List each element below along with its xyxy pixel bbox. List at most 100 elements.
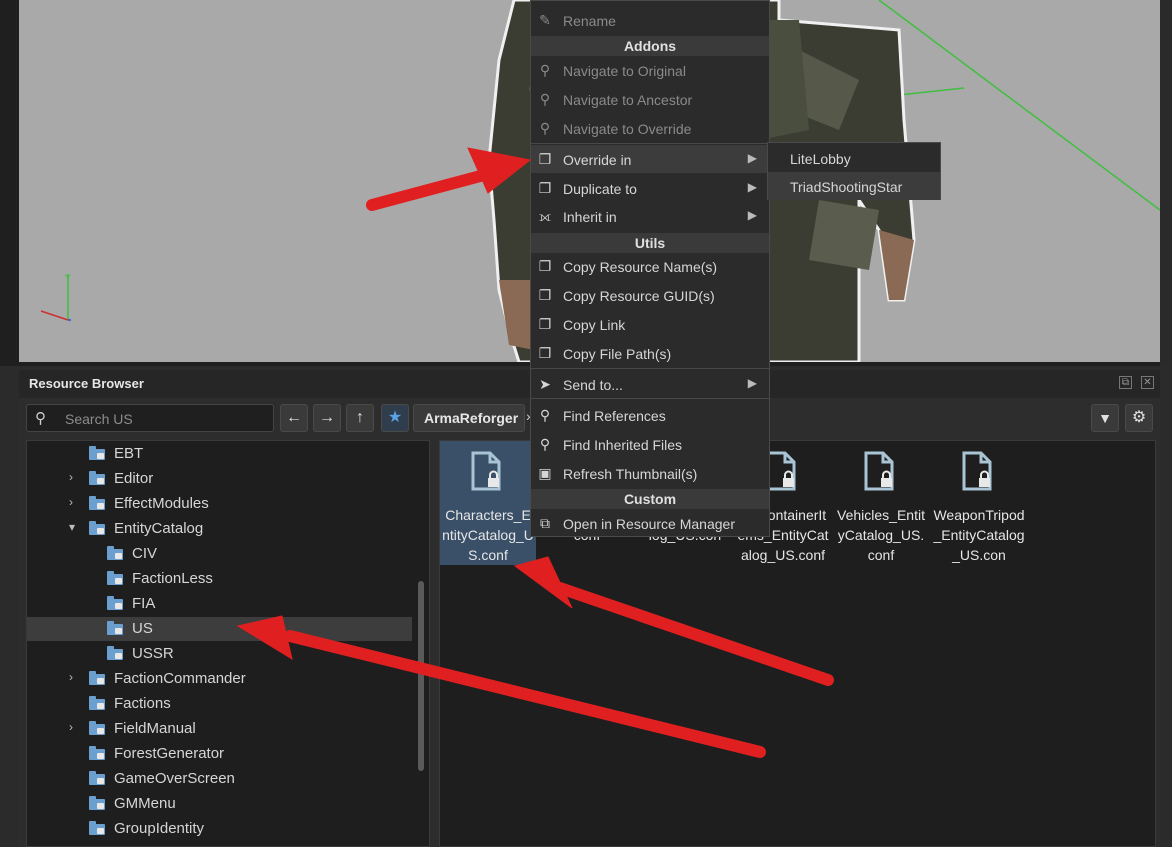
chevron-right-icon[interactable]: ›	[69, 470, 73, 484]
menu-item-label: Send to...	[563, 377, 623, 393]
chevron-right-icon[interactable]: ›	[69, 495, 73, 509]
copy-icon: ❐	[538, 180, 552, 196]
up-button[interactable]: ↑	[346, 404, 374, 432]
breadcrumb-root[interactable]: ArmaReforger	[413, 404, 525, 432]
tree-item-factions[interactable]: Factions	[27, 692, 412, 716]
tree-item-ebt[interactable]: EBT	[27, 442, 412, 466]
submenu-item-litelobby[interactable]: LiteLobby	[768, 144, 940, 172]
menu-item-find-references[interactable]: ⚲ Find References	[531, 401, 769, 429]
locked-folder-icon	[107, 546, 123, 560]
tree-item-gameoverscreen[interactable]: GameOverScreen	[27, 767, 412, 791]
locked-folder-icon	[89, 496, 105, 510]
pencil-icon: ✎	[539, 12, 551, 28]
submenu-arrow-icon: ▶	[747, 208, 757, 222]
menu-separator	[531, 398, 769, 399]
search-icon: ⚲	[539, 407, 551, 423]
locked-config-file-icon	[471, 451, 501, 491]
locked-folder-icon	[89, 696, 105, 710]
settings-button[interactable]: ⚙	[1125, 404, 1153, 432]
filter-icon: ▼	[1098, 410, 1112, 426]
search-icon: ⚲	[539, 91, 551, 107]
menu-item-label: Duplicate to	[563, 181, 637, 197]
menu-item-label: Inherit in	[563, 209, 617, 225]
file-name: WeaponTripod_EntityCatalog_US.con	[933, 507, 1025, 563]
back-button[interactable]: ←	[280, 404, 308, 432]
menu-item-copy-path[interactable]: ❐ Copy File Path(s)	[531, 339, 769, 367]
menu-item-duplicate-to[interactable]: ❐ Duplicate to ▶	[531, 174, 769, 202]
panel-title: Resource Browser	[29, 376, 144, 391]
menu-item-override-in[interactable]: ❐ Override in ▶	[531, 145, 769, 173]
locked-folder-icon	[89, 521, 105, 535]
locked-folder-icon	[89, 746, 105, 760]
tree-item-entitycatalog[interactable]: ▾ EntityCatalog	[27, 517, 412, 541]
undock-icon[interactable]: ⧉	[1119, 376, 1132, 389]
menu-section-utils: Utils	[531, 233, 769, 253]
tree-item-editor[interactable]: › Editor	[27, 467, 412, 491]
menu-item-find-inherited[interactable]: ⚲ Find Inherited Files	[531, 430, 769, 458]
menu-item-copy-name[interactable]: ❐ Copy Resource Name(s)	[531, 252, 769, 280]
tree-item-label: EntityCatalog	[114, 520, 204, 537]
tree-item-forestgenerator[interactable]: ForestGenerator	[27, 742, 412, 766]
locked-folder-icon	[89, 721, 105, 735]
menu-item-copy-guid[interactable]: ❐ Copy Resource GUID(s)	[531, 281, 769, 309]
submenu-item-label: LiteLobby	[790, 151, 851, 167]
tree-item-label: EBT	[114, 445, 144, 462]
tree-item-gmmenu[interactable]: GMMenu	[27, 792, 412, 816]
menu-item-label: Copy Resource GUID(s)	[563, 288, 715, 304]
menu-item-navigate-override[interactable]: ⚲ Navigate to Override	[531, 114, 769, 142]
copy-icon: ❐	[538, 287, 552, 303]
tree-item-label: USSR	[132, 645, 174, 662]
menu-item-label: Navigate to Original	[563, 63, 686, 79]
tree-item-groupidentity[interactable]: GroupIdentity	[27, 817, 412, 841]
tree-item-effectmodules[interactable]: › EffectModules	[27, 492, 412, 516]
close-icon[interactable]: ✕	[1141, 376, 1154, 389]
submenu-arrow-icon: ▶	[747, 180, 757, 194]
menu-item-inherit-in[interactable]: ⟗ Inherit in ▶	[531, 202, 769, 230]
tree-item-us[interactable]: US	[27, 617, 412, 641]
menu-item-navigate-original[interactable]: ⚲ Navigate to Original	[531, 56, 769, 84]
tree-item-label: US	[132, 620, 153, 637]
locked-folder-icon	[107, 646, 123, 660]
tree-item-label: ForestGenerator	[114, 745, 225, 762]
menu-item-label: Navigate to Override	[563, 121, 692, 137]
chevron-down-icon[interactable]: ▾	[69, 520, 75, 534]
viewport-right-strip	[1160, 0, 1172, 366]
chevron-right-icon[interactable]: ›	[69, 670, 73, 684]
file-item[interactable]: Vehicles_EntityCatalog_US.conf	[833, 441, 929, 565]
tree-scrollbar[interactable]	[418, 581, 424, 771]
favorites-star-button[interactable]: ★	[381, 404, 409, 432]
tree-item-label: Factions	[114, 695, 171, 712]
menu-item-rename[interactable]: ✎ Rename	[531, 6, 769, 34]
menu-item-copy-link[interactable]: ❐ Copy Link	[531, 310, 769, 338]
chevron-right-icon[interactable]: ›	[69, 720, 73, 734]
locked-folder-icon	[89, 821, 105, 835]
tree-item-fieldmanual[interactable]: › FieldManual	[27, 717, 412, 741]
menu-item-label: Refresh Thumbnail(s)	[563, 466, 698, 482]
svg-text:Y: Y	[64, 274, 71, 284]
tree-item-factioncommander[interactable]: › FactionCommander	[27, 667, 412, 691]
folder-tree[interactable]: GroupIdentity GMMenu GameOverScreen ForestG…	[26, 440, 430, 847]
menu-item-refresh-thumbnail[interactable]: ▣ Refresh Thumbnail(s)	[531, 459, 769, 487]
menu-item-navigate-ancestor[interactable]: ⚲ Navigate to Ancestor	[531, 85, 769, 113]
tree-item-ussr[interactable]: USSR	[27, 642, 412, 666]
tree-item-factionless[interactable]: FactionLess	[27, 567, 412, 591]
submenu-item-label: TriadShootingStar	[790, 179, 903, 195]
menu-item-open-resource-manager[interactable]: ⧉ Open in Resource Manager	[531, 509, 769, 537]
locked-folder-icon	[89, 771, 105, 785]
filter-button[interactable]: ▼	[1091, 404, 1119, 432]
file-item[interactable]: WeaponTripod_EntityCatalog_US.con	[931, 441, 1027, 565]
search-box[interactable]: ⚲	[26, 404, 274, 432]
search-input[interactable]	[63, 408, 267, 430]
tree-item-label: FactionLess	[132, 570, 213, 587]
tree-item-civ[interactable]: CIV	[27, 542, 412, 566]
tree-item-label: EffectModules	[114, 495, 209, 512]
menu-item-label: Find Inherited Files	[563, 437, 683, 453]
locked-folder-icon	[89, 671, 105, 685]
locked-config-file-icon	[864, 451, 894, 491]
forward-button[interactable]: →	[313, 404, 341, 432]
file-item[interactable]: Characters_EntityCatalog_US.conf	[440, 441, 536, 565]
tree-item-fia[interactable]: FIA	[27, 592, 412, 616]
menu-item-send-to[interactable]: ➤ Send to... ▶	[531, 370, 769, 398]
copy-icon: ❐	[538, 316, 552, 332]
submenu-item-triadshootingstar[interactable]: TriadShootingStar	[768, 172, 940, 200]
